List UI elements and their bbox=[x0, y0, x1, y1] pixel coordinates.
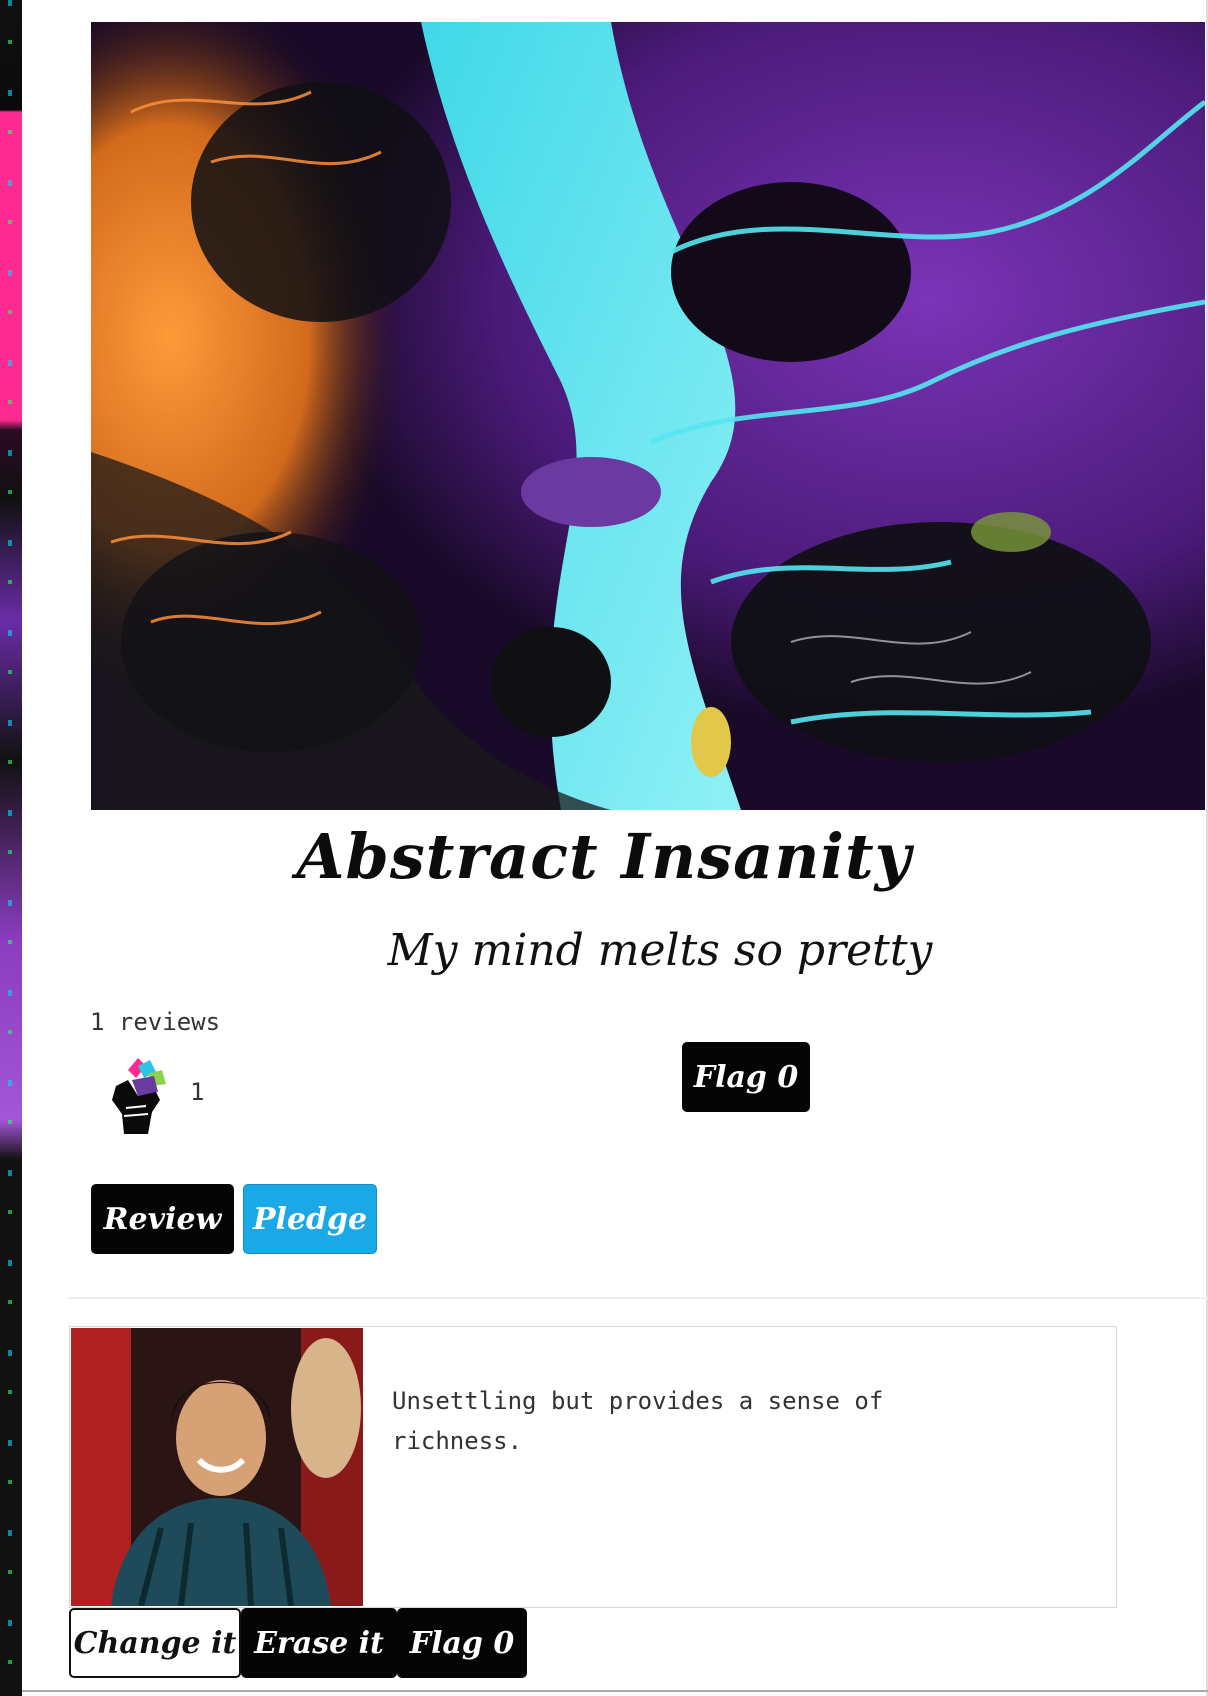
reviewer-avatar bbox=[71, 1328, 363, 1606]
artwork-image bbox=[91, 22, 1205, 810]
raised-fist-icon[interactable] bbox=[108, 1056, 170, 1134]
reviews-count: 1 reviews bbox=[90, 1008, 221, 1036]
review-text: Unsettling but provides a sense of richn… bbox=[392, 1387, 884, 1455]
erase-review-button[interactable]: Erase it bbox=[241, 1608, 397, 1678]
fist-count: 1 bbox=[190, 1078, 205, 1106]
artwork-title: Abstract Insanity bbox=[296, 820, 912, 893]
flag-review-button[interactable]: Flag 0 bbox=[397, 1608, 527, 1678]
abstract-fluid-painting bbox=[91, 22, 1205, 810]
change-review-button[interactable]: Change it bbox=[69, 1608, 241, 1678]
section-divider bbox=[68, 1297, 1208, 1299]
artwork-subtitle: My mind melts so pretty bbox=[387, 925, 933, 976]
pledge-button[interactable]: Pledge bbox=[243, 1184, 377, 1254]
flag-artwork-button[interactable]: Flag 0 bbox=[682, 1042, 810, 1112]
bottom-border bbox=[22, 1690, 1208, 1692]
review-button[interactable]: Review bbox=[91, 1184, 234, 1254]
review-card: Unsettling but provides a sense of richn… bbox=[69, 1326, 1117, 1608]
avatar-image bbox=[71, 1328, 363, 1606]
